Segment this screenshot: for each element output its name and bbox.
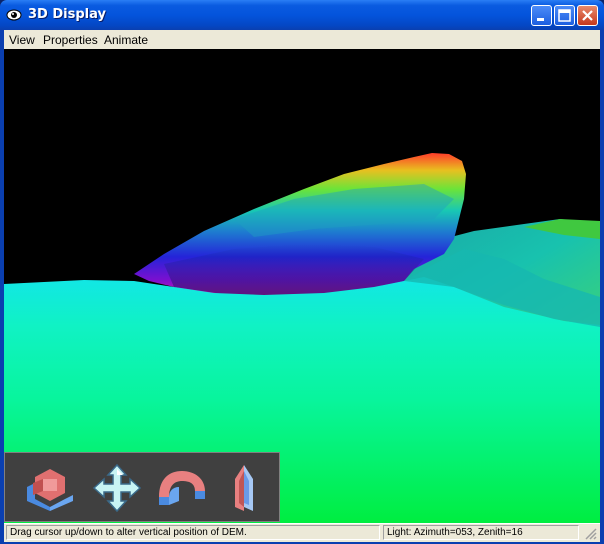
title-bar[interactable]: 3D Display <box>0 0 604 30</box>
maximize-icon <box>558 9 571 22</box>
menu-properties[interactable]: Properties <box>43 33 98 47</box>
eye-icon <box>6 9 22 21</box>
pan-icon[interactable] <box>90 461 144 515</box>
maximize-button[interactable] <box>554 5 575 26</box>
minimize-button[interactable] <box>531 5 552 26</box>
close-icon <box>582 10 593 21</box>
app-window: 3D Display View Properties Animate Drag … <box>0 0 604 544</box>
status-light: Light: Azimuth=053, Zenith=16 <box>383 525 579 540</box>
status-bar: Drag cursor up/down to alter vertical po… <box>4 523 600 542</box>
status-hint: Drag cursor up/down to alter vertical po… <box>6 525 380 540</box>
close-button[interactable] <box>577 5 598 26</box>
window-title: 3D Display <box>28 7 106 22</box>
zoom-icon[interactable] <box>217 461 271 515</box>
resize-grip-icon[interactable] <box>584 527 598 541</box>
tilt-icon[interactable] <box>155 461 209 515</box>
navigation-toolbar <box>4 452 280 522</box>
menu-animate[interactable]: Animate <box>104 33 148 47</box>
menu-view[interactable]: View <box>9 33 35 47</box>
minimize-icon <box>537 18 544 21</box>
menu-bar: View Properties Animate <box>4 30 600 49</box>
rotate-icon[interactable] <box>23 461 77 515</box>
